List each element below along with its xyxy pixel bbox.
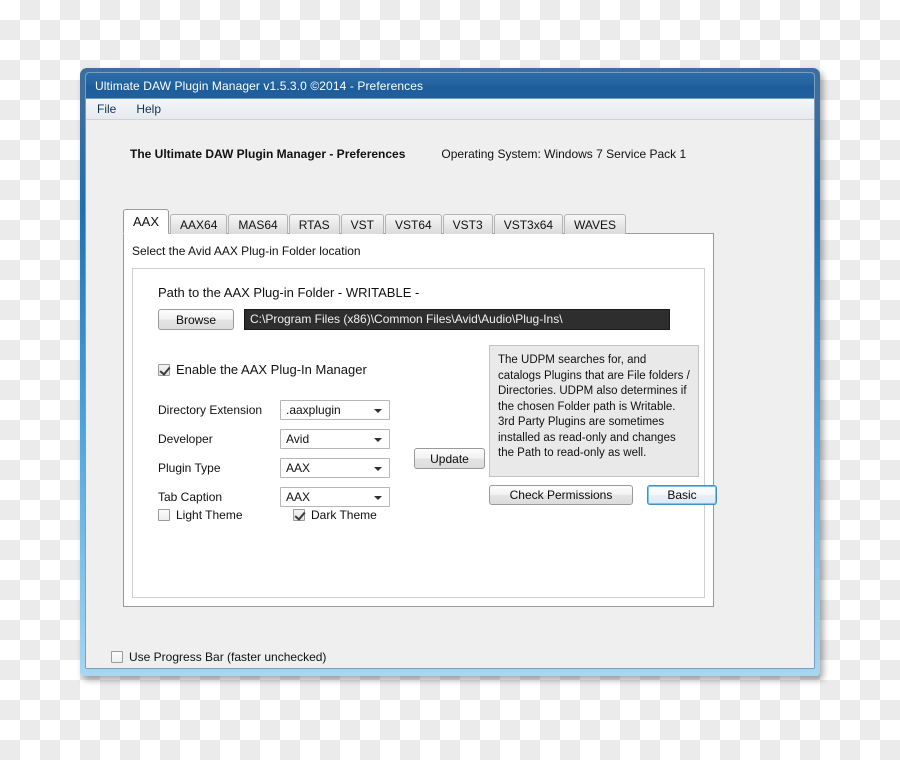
field-label: Tab Caption bbox=[158, 490, 223, 504]
tab-caption-select[interactable]: AAX bbox=[280, 487, 390, 507]
check-permissions-button[interactable]: Check Permissions bbox=[489, 485, 633, 505]
field-row-developer: Developer Avid bbox=[158, 428, 448, 450]
tab-label: VST3x64 bbox=[503, 218, 554, 232]
enable-plugin-manager-checkbox[interactable]: Enable the AAX Plug-In Manager bbox=[158, 362, 367, 377]
field-label: Directory Extension bbox=[158, 403, 263, 417]
window-title: Ultimate DAW Plugin Manager v1.5.3.0 ©20… bbox=[95, 78, 424, 93]
chevron-down-icon bbox=[374, 409, 382, 413]
select-value: Avid bbox=[286, 432, 310, 446]
basic-button-label: Basic bbox=[667, 488, 697, 502]
tab-vst3[interactable]: VST3 bbox=[442, 214, 493, 234]
chevron-down-icon bbox=[374, 438, 382, 442]
path-input[interactable]: C:\Program Files (x86)\Common Files\Avid… bbox=[244, 309, 670, 330]
directory-extension-select[interactable]: .aaxplugin bbox=[280, 400, 390, 420]
select-value: .aaxplugin bbox=[286, 403, 341, 417]
field-label: Developer bbox=[158, 432, 213, 446]
developer-select[interactable]: Avid bbox=[280, 429, 390, 449]
tab-label: VST bbox=[350, 218, 374, 232]
path-label: Path to the AAX Plug-in Folder - WRITABL… bbox=[158, 285, 420, 300]
tab-label: VST3 bbox=[452, 218, 483, 232]
tab-label: AAX bbox=[133, 214, 160, 229]
window-inner-frame: Ultimate DAW Plugin Manager v1.5.3.0 ©20… bbox=[85, 72, 815, 669]
tab-aax[interactable]: AAX bbox=[123, 209, 170, 234]
tab-label: RTAS bbox=[298, 218, 330, 232]
tab-label: MAS64 bbox=[238, 218, 278, 232]
field-label: Plugin Type bbox=[158, 461, 221, 475]
select-value: AAX bbox=[286, 461, 311, 475]
menu-item-help[interactable]: Help bbox=[134, 100, 171, 118]
browse-button[interactable]: Browse bbox=[158, 309, 234, 330]
chevron-down-icon bbox=[374, 467, 382, 471]
plugin-folder-groupbox: Path to the AAX Plug-in Folder - WRITABL… bbox=[132, 268, 717, 598]
tab-label: WAVES bbox=[574, 218, 617, 232]
tab-vst3x64[interactable]: VST3x64 bbox=[493, 214, 564, 234]
tab-label: AAX64 bbox=[180, 218, 218, 232]
menu-bar: File Help bbox=[86, 99, 814, 120]
menu-item-file[interactable]: File bbox=[95, 100, 126, 118]
plugin-type-select[interactable]: AAX bbox=[280, 458, 390, 478]
os-info-label: Operating System: Windows 7 Service Pack… bbox=[441, 147, 687, 161]
checkbox-label: Enable the AAX Plug-In Manager bbox=[176, 362, 367, 377]
check-permissions-label: Check Permissions bbox=[509, 488, 613, 502]
client-area: The Ultimate DAW Plugin Manager - Prefer… bbox=[86, 120, 814, 668]
dark-theme-checkbox[interactable]: Dark Theme bbox=[293, 508, 377, 522]
tab-label: VST64 bbox=[394, 218, 432, 232]
info-text-panel: The UDPM searches for, and catalogs Plug… bbox=[489, 345, 699, 477]
field-row-plugin-type: Plugin Type AAX bbox=[158, 457, 448, 479]
application-window: Ultimate DAW Plugin Manager v1.5.3.0 ©20… bbox=[80, 68, 820, 676]
field-row-tab-caption: Tab Caption AAX bbox=[158, 486, 448, 508]
header-line: The Ultimate DAW Plugin Manager - Prefer… bbox=[130, 147, 686, 161]
checkbox-label: Use Progress Bar (faster unchecked) bbox=[129, 650, 327, 664]
light-theme-checkbox[interactable]: Light Theme bbox=[158, 508, 243, 522]
checkbox-label: Light Theme bbox=[176, 508, 243, 522]
title-bar[interactable]: Ultimate DAW Plugin Manager v1.5.3.0 ©20… bbox=[86, 73, 814, 99]
update-button-label: Update bbox=[430, 451, 469, 466]
tab-page-aax: Select the Avid AAX Plug-in Folder locat… bbox=[123, 233, 717, 607]
checkbox-box bbox=[293, 509, 305, 521]
update-button[interactable]: Update bbox=[414, 448, 485, 469]
checkbox-label: Dark Theme bbox=[311, 508, 377, 522]
tab-vst[interactable]: VST bbox=[340, 214, 384, 234]
section-label: Select the Avid AAX Plug-in Folder locat… bbox=[132, 244, 361, 258]
page-title: The Ultimate DAW Plugin Manager - Prefer… bbox=[130, 147, 406, 161]
select-value: AAX bbox=[286, 490, 311, 504]
checkbox-box bbox=[111, 651, 123, 663]
tab-rtas[interactable]: RTAS bbox=[288, 214, 340, 234]
tab-aax64[interactable]: AAX64 bbox=[170, 214, 228, 234]
tab-vst64[interactable]: VST64 bbox=[384, 214, 442, 234]
field-row-directory-extension: Directory Extension .aaxplugin bbox=[158, 399, 448, 421]
checkbox-box bbox=[158, 509, 170, 521]
use-progress-bar-checkbox[interactable]: Use Progress Bar (faster unchecked) bbox=[111, 650, 326, 664]
tab-strip: AAX AAX64 MAS64 RTAS VST VST64 VST3 VST3… bbox=[123, 209, 627, 234]
tab-mas64[interactable]: MAS64 bbox=[228, 214, 288, 234]
chevron-down-icon bbox=[374, 496, 382, 500]
checkbox-box bbox=[158, 363, 170, 376]
tab-waves[interactable]: WAVES bbox=[564, 214, 627, 234]
basic-button[interactable]: Basic bbox=[647, 485, 717, 505]
browse-button-label: Browse bbox=[175, 312, 216, 327]
